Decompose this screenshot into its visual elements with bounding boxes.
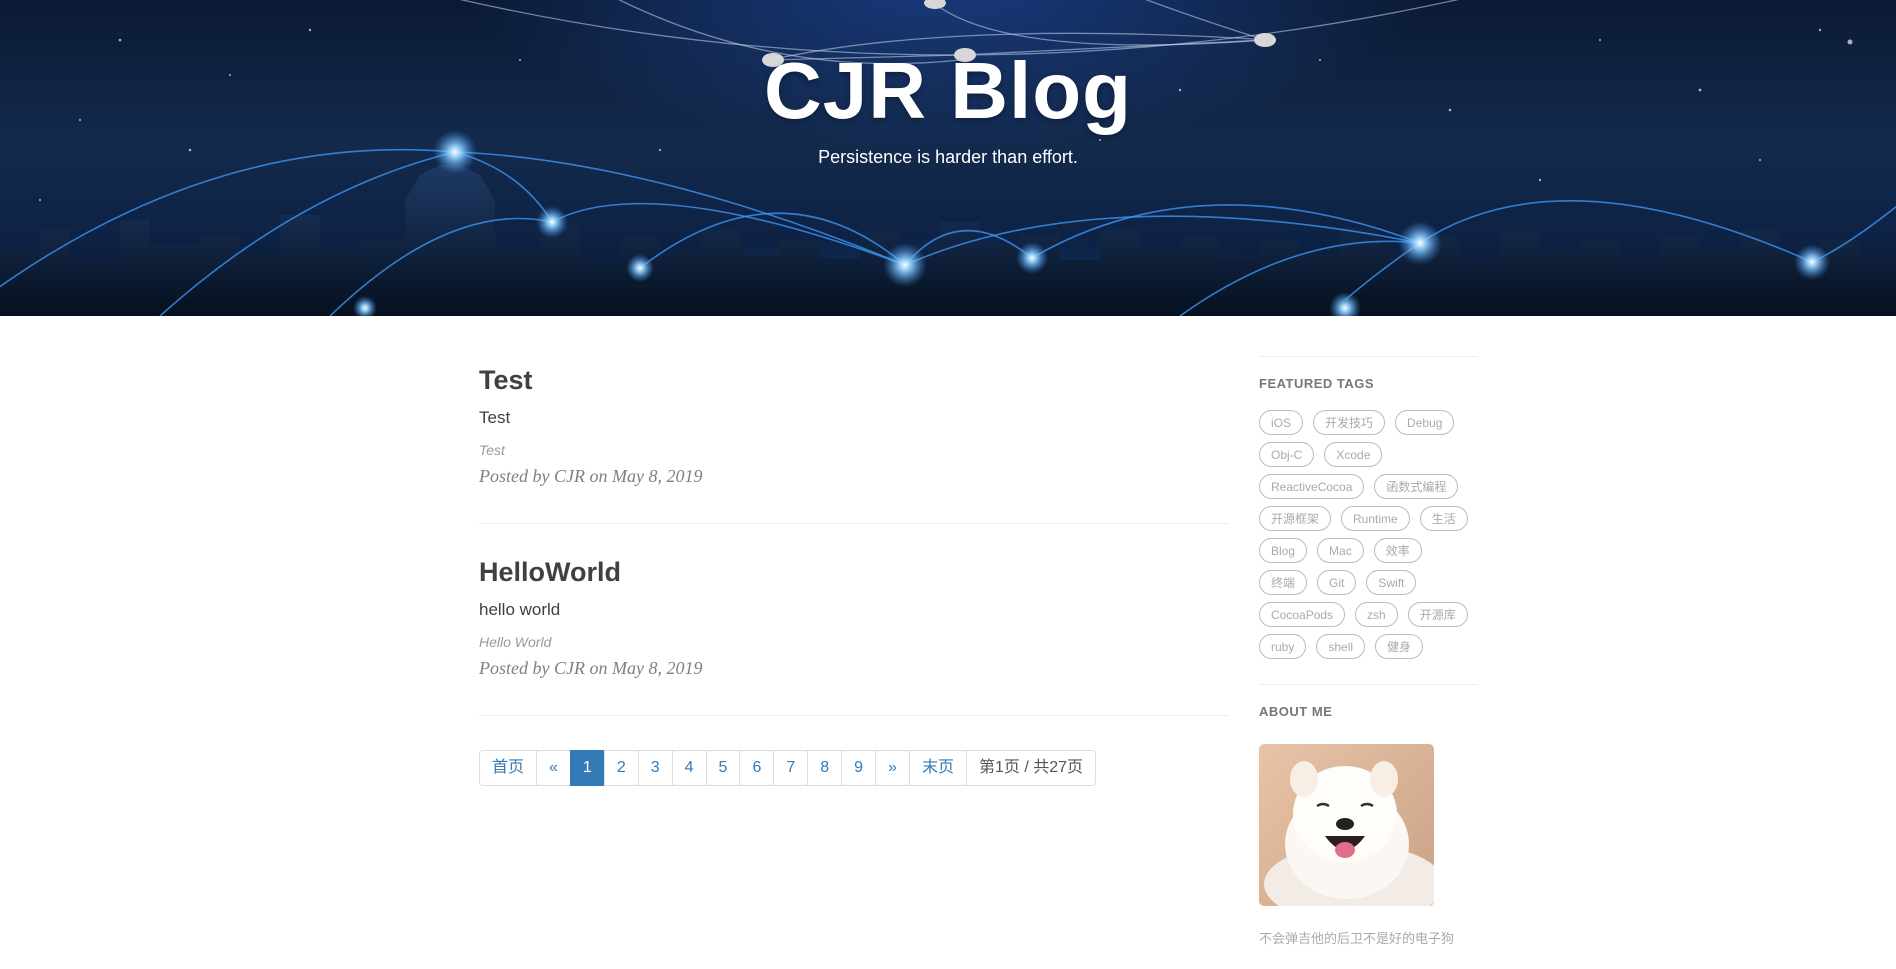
tag-life[interactable]: 生活 <box>1419 506 1468 531</box>
pagination-first-page[interactable]: 首页 <box>479 750 538 786</box>
tag-reactivecocoa[interactable]: ReactiveCocoa <box>1259 474 1365 499</box>
post-title[interactable]: Test <box>479 364 1229 396</box>
post-excerpt: Hello World <box>479 634 552 650</box>
page-header-hero: CJR Blog Persistence is harder than effo… <box>0 0 1896 316</box>
pagination-last-page[interactable]: 末页 <box>908 750 967 786</box>
pagination-prev[interactable]: « <box>536 750 571 786</box>
tag-ios[interactable]: iOS <box>1259 410 1304 435</box>
site-title: CJR Blog <box>764 46 1132 135</box>
tag-open-source-framework[interactable]: 开源框架 <box>1259 506 1332 531</box>
about-me-heading: ABOUT ME <box>1259 704 1333 719</box>
sidebar-divider <box>1259 356 1478 357</box>
pagination-page-info: 第1页 / 共27页 <box>966 750 1097 786</box>
post-meta: Posted by CJR on May 8, 2019 <box>479 658 703 678</box>
pagination-page-2[interactable]: 2 <box>603 750 639 786</box>
post-list: Test Test Test Posted by CJR on May 8, 2… <box>479 316 1229 786</box>
tag-functional-programming[interactable]: 函数式编程 <box>1374 474 1459 499</box>
tag-xcode[interactable]: Xcode <box>1324 442 1383 467</box>
about-me-avatar <box>1259 744 1434 906</box>
tag-objc[interactable]: Obj-C <box>1259 442 1315 467</box>
pagination-page-4[interactable]: 4 <box>671 750 707 786</box>
tag-cocoapods[interactable]: CocoaPods <box>1259 602 1346 627</box>
tag-terminal[interactable]: 终端 <box>1259 570 1308 595</box>
pagination-page-9[interactable]: 9 <box>841 750 877 786</box>
featured-tags-heading: FEATURED TAGS <box>1259 376 1375 391</box>
post-preview[interactable]: Test Test Test Posted by CJR on May 8, 2… <box>479 316 1229 524</box>
tag-debug[interactable]: Debug <box>1395 410 1455 435</box>
tag-mac[interactable]: Mac <box>1317 538 1364 563</box>
about-me-text: 不会弹吉他的后卫不是好的电子狗 <box>1259 931 1455 946</box>
tag-swift[interactable]: Swift <box>1366 570 1417 595</box>
tag-ruby[interactable]: ruby <box>1259 634 1307 659</box>
sidebar: FEATURED TAGS iOS 开发技巧 Debug Obj-C Xcode… <box>1259 316 1478 947</box>
pagination-page-6[interactable]: 6 <box>739 750 775 786</box>
pagination-page-7[interactable]: 7 <box>773 750 809 786</box>
tag-git[interactable]: Git <box>1317 570 1357 595</box>
dog-photo <box>1264 761 1434 906</box>
post-subtitle[interactable]: hello world <box>479 600 1229 620</box>
sidebar-divider <box>1259 684 1478 685</box>
post-preview[interactable]: HelloWorld hello world Hello World Poste… <box>479 524 1229 716</box>
pagination-page-3[interactable]: 3 <box>637 750 673 786</box>
pagination-next[interactable]: » <box>875 750 910 786</box>
post-subtitle[interactable]: Test <box>479 408 1229 428</box>
tag-blog[interactable]: Blog <box>1259 538 1308 563</box>
featured-tags: iOS 开发技巧 Debug Obj-C Xcode ReactiveCocoa… <box>1259 410 1478 666</box>
tag-shell[interactable]: shell <box>1316 634 1366 659</box>
site-subtitle: Persistence is harder than effort. <box>818 147 1078 167</box>
tag-runtime[interactable]: Runtime <box>1341 506 1410 531</box>
tag-dev-tips[interactable]: 开发技巧 <box>1313 410 1386 435</box>
pagination-page-5[interactable]: 5 <box>705 750 741 786</box>
tag-fitness[interactable]: 健身 <box>1375 634 1424 659</box>
post-meta: Posted by CJR on May 8, 2019 <box>479 466 703 486</box>
pagination-page-1[interactable]: 1 <box>569 750 605 786</box>
post-title[interactable]: HelloWorld <box>479 556 1229 588</box>
tag-zsh[interactable]: zsh <box>1355 602 1398 627</box>
tag-open-source-library[interactable]: 开源库 <box>1407 602 1468 627</box>
pagination-page-8[interactable]: 8 <box>807 750 843 786</box>
post-excerpt: Test <box>479 442 505 458</box>
pagination: 首页 « 1 2 3 4 5 6 7 8 9 » 末页 第1页 / 共27页 <box>479 750 1097 786</box>
tag-efficiency[interactable]: 效率 <box>1373 538 1422 563</box>
